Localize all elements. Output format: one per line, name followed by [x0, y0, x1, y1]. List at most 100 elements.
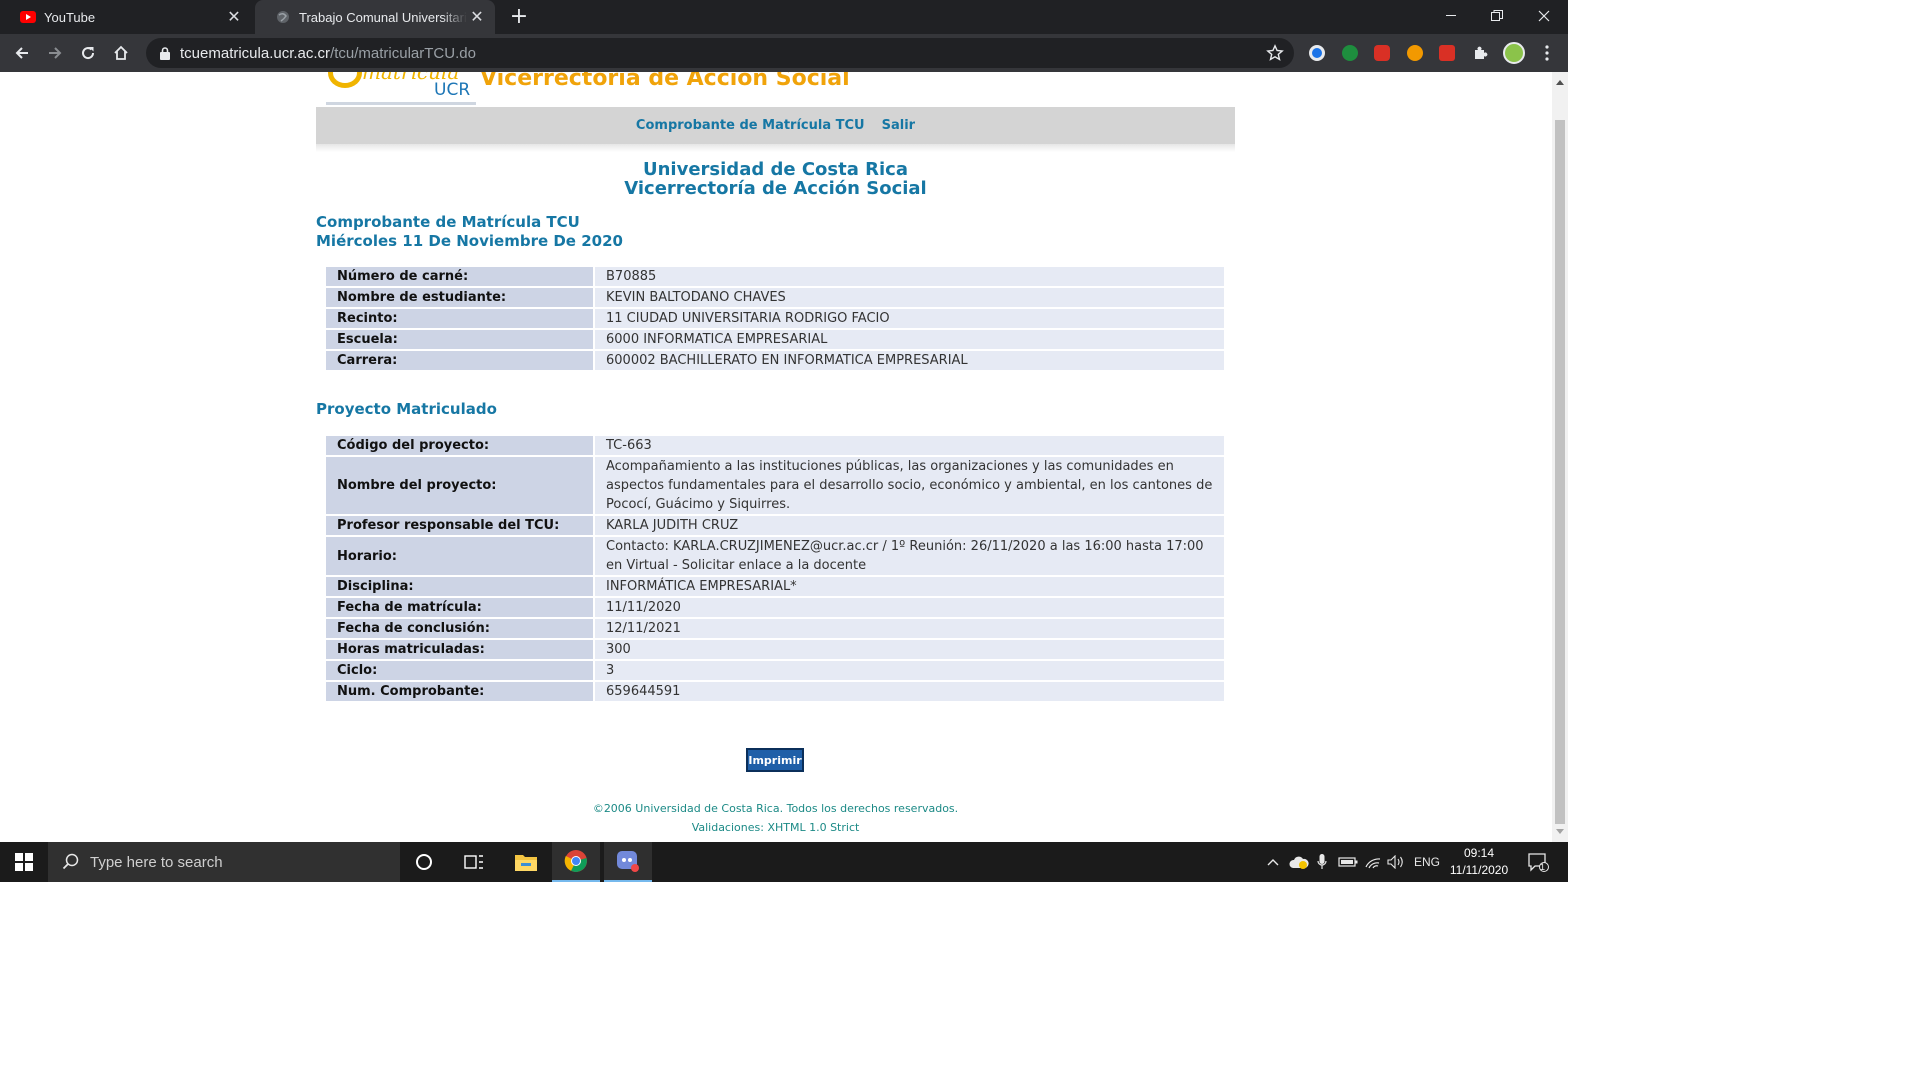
row-label: Profesor responsable del TCU: [326, 516, 593, 535]
footer-validation-link[interactable]: Validaciones: XHTML 1.0 Strict [316, 821, 1235, 834]
home-icon[interactable] [106, 38, 136, 68]
taskbar-search-box[interactable]: Type here to search [48, 842, 400, 882]
battery-icon[interactable] [1336, 842, 1360, 882]
page-scrollbar[interactable] [1552, 72, 1568, 842]
row-label: Nombre de estudiante: [326, 288, 593, 307]
tab-close-icon[interactable]: ✕ [224, 7, 244, 27]
table-row: Número de carné: B70885 [326, 267, 1224, 286]
table-row: Nombre de estudiante: KEVIN BALTODANO CHA… [326, 288, 1224, 307]
browser-tab-strip: YouTube ✕ Trabajo Comunal Universitario … [0, 0, 1568, 34]
receipt-title: Comprobante de Matrícula TCU [316, 213, 580, 231]
tab-tcu[interactable]: Trabajo Comunal Universitario - C ✕ [255, 0, 495, 34]
row-label: Escuela: [326, 330, 593, 349]
row-value: 11/11/2020 [593, 598, 1224, 617]
address-bar[interactable]: tcuematricula.ucr.ac.cr/tcu/matricularTC… [146, 38, 1294, 68]
restore-icon[interactable] [1474, 0, 1520, 32]
microphone-icon[interactable] [1313, 842, 1331, 882]
logo-ring [328, 72, 362, 88]
browser-toolbar: tcuematricula.ucr.ac.cr/tcu/matricularTC… [0, 34, 1568, 72]
window-close-icon[interactable] [1521, 0, 1567, 32]
notification-count: 1 [1540, 862, 1546, 872]
youtube-icon [20, 9, 36, 25]
table-row: Disciplina: INFORMÁTICA EMPRESARIAL* [326, 577, 1224, 596]
search-placeholder: Type here to search [90, 853, 223, 871]
row-label: Carrera: [326, 351, 593, 370]
extension-icon[interactable] [1309, 45, 1325, 61]
task-view-icon[interactable] [450, 842, 498, 882]
row-value: KARLA JUDITH CRUZ [593, 516, 1224, 535]
file-explorer-icon[interactable] [502, 842, 550, 882]
row-value: 12/11/2021 [593, 619, 1224, 638]
row-label: Disciplina: [326, 577, 593, 596]
tab-youtube[interactable]: YouTube ✕ [0, 0, 252, 34]
onedrive-icon[interactable] [1287, 842, 1311, 882]
footer-copyright: ©2006 Universidad de Costa Rica. Todos l… [592, 802, 959, 815]
extension-icon[interactable] [1439, 45, 1455, 61]
discord-taskbar-icon[interactable] [604, 842, 652, 882]
windows-taskbar: Type here to search ENG 09:14 11/11/2020… [0, 842, 1568, 882]
row-label: Fecha de matrícula: [326, 598, 593, 617]
minimize-icon[interactable] [1428, 0, 1474, 32]
clock-time: 09:14 [1463, 846, 1495, 860]
scrollbar-thumb[interactable] [1555, 120, 1565, 824]
scroll-down-arrow-icon[interactable] [1556, 829, 1564, 834]
reload-icon[interactable] [73, 38, 103, 68]
row-label: Nombre del proyecto: [326, 457, 593, 514]
top-menu: Comprobante de Matrícula TCU Salir [316, 107, 1235, 144]
forward-icon[interactable] [40, 38, 70, 68]
action-center-icon[interactable]: 1 [1520, 842, 1556, 882]
table-row: Nombre del proyecto: Acompañamiento a las… [326, 457, 1224, 514]
project-heading: Proyecto Matriculado [316, 400, 497, 418]
lock-icon[interactable] [158, 46, 172, 60]
university-name: Universidad de Costa Rica [643, 159, 908, 180]
row-label: Número de carné: [326, 267, 593, 286]
volume-icon[interactable] [1385, 842, 1407, 882]
matricula-ucr-logo: matrícula UCR [326, 72, 476, 107]
row-value: TC-663 [593, 436, 1224, 455]
chrome-taskbar-icon[interactable] [552, 842, 600, 882]
extension-icon[interactable] [1342, 45, 1358, 61]
table-row: Num. Comprobante: 659644591 [326, 682, 1224, 701]
menu-comprobante-link[interactable]: Comprobante de Matrícula TCU [636, 118, 865, 133]
bookmark-star-icon[interactable] [1266, 44, 1284, 62]
table-row: Horas matriculadas: 300 [326, 640, 1224, 659]
extension-icon[interactable] [1407, 45, 1423, 61]
table-row: Carrera: 600002 BACHILLERATO EN INFORMATI… [326, 351, 1224, 370]
system-clock[interactable]: 09:14 11/11/2020 [1440, 845, 1518, 879]
row-label: Fecha de conclusión: [326, 619, 593, 638]
row-value: INFORMÁTICA EMPRESARIAL* [593, 577, 1224, 596]
cortana-icon[interactable] [400, 842, 448, 882]
row-label: Num. Comprobante: [326, 682, 593, 701]
vicerrectoria-name: Vicerrectoría de Acción Social [624, 178, 927, 199]
row-value: Acompañamiento a las instituciones públi… [593, 457, 1224, 514]
logo-underline [326, 102, 476, 105]
row-value: 6000 INFORMATICA EMPRESARIAL [593, 330, 1224, 349]
wifi-icon[interactable] [1362, 842, 1384, 882]
row-label: Recinto: [326, 309, 593, 328]
row-value: 300 [593, 640, 1224, 659]
url-path: /tcu/matricularTCU.do [330, 44, 476, 62]
menu-kebab-icon[interactable] [1532, 38, 1562, 68]
table-row: Fecha de conclusión: 12/11/2021 [326, 619, 1224, 638]
show-hidden-icons-chevron-icon[interactable] [1262, 842, 1284, 882]
row-value: Contacto: KARLA.CRUZJIMENEZ@ucr.ac.cr / … [593, 537, 1224, 575]
header-title: Vicerrectoría de Acción Social [480, 72, 850, 91]
university-heading: Universidad de Costa Rica Vicerrectoría … [316, 160, 1235, 198]
new-tab-button[interactable]: + [506, 5, 532, 29]
back-icon[interactable] [7, 38, 37, 68]
language-indicator[interactable]: ENG [1410, 842, 1444, 882]
table-row: Código del proyecto: TC-663 [326, 436, 1224, 455]
print-button[interactable]: Imprimir [746, 748, 804, 772]
url-text: tcuematricula.ucr.ac.cr/tcu/matricularTC… [180, 45, 476, 62]
puzzle-extensions-icon[interactable] [1465, 38, 1495, 68]
menu-salir-link[interactable]: Salir [882, 118, 915, 133]
tab-close-icon[interactable]: ✕ [467, 7, 487, 27]
profile-avatar[interactable] [1503, 42, 1525, 64]
table-row: Horario: Contacto: KARLA.CRUZJIMENEZ@ucr.… [326, 537, 1224, 575]
row-value: 11 CIUDAD UNIVERSITARIA RODRIGO FACIO [593, 309, 1224, 328]
scroll-up-arrow-icon[interactable] [1556, 80, 1564, 85]
extension-icon[interactable] [1374, 45, 1390, 61]
logo-ucr: UCR [434, 80, 471, 100]
row-label: Código del proyecto: [326, 436, 593, 455]
windows-start-icon[interactable] [0, 842, 48, 882]
